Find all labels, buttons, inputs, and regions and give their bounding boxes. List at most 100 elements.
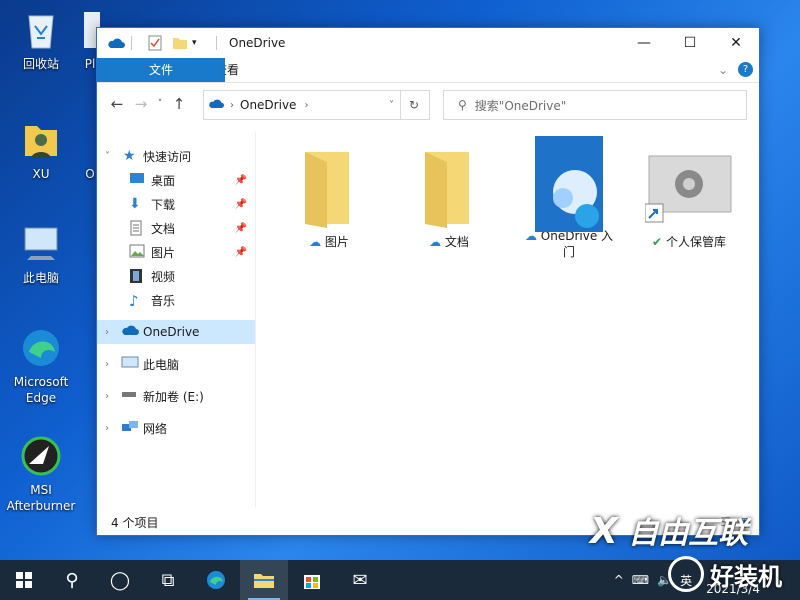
breadcrumb-onedrive[interactable]: OneDrive	[240, 98, 296, 112]
search-placeholder: 搜索"OneDrive"	[474, 98, 567, 113]
close-button[interactable]: ✕	[713, 28, 759, 58]
desktop-folder-icon	[129, 172, 145, 188]
vault-icon	[639, 142, 739, 234]
sidebar-item-music[interactable]: ♪ 音乐	[97, 288, 255, 312]
up-button[interactable]: ↑	[167, 92, 191, 116]
maximize-button[interactable]: ☐	[667, 28, 713, 58]
taskbar-mail-button[interactable]: ✉	[336, 560, 384, 600]
new-folder-icon[interactable]	[172, 34, 190, 52]
desktop-icon-label: Microsoft Edge	[13, 375, 69, 405]
desktop-icon-label: 此电脑	[22, 271, 59, 285]
search-input[interactable]: ⚲ 搜索"OneDrive"	[443, 90, 747, 120]
chevron-right-icon[interactable]: ›	[105, 359, 109, 370]
sidebar-item-network[interactable]: › 网络	[97, 416, 255, 440]
document-icon	[129, 220, 145, 236]
file-item-onedrive-getting-started[interactable]: ☁ OneDrive 入门	[519, 136, 619, 260]
sidebar-item-this-pc[interactable]: › 此电脑	[97, 352, 255, 376]
forward-button[interactable]: →	[129, 92, 153, 116]
desktop-icon-user-folder[interactable]: XU	[4, 118, 78, 182]
star-icon: ★	[123, 148, 136, 164]
address-bar[interactable]: › OneDrive › ˅	[203, 90, 401, 120]
music-note-icon: ♪	[129, 292, 139, 310]
network-icon[interactable]: ⌨	[632, 573, 649, 587]
edge-icon	[207, 571, 225, 589]
search-icon: ⚲	[65, 569, 79, 591]
tray-overflow-icon[interactable]: ^	[614, 573, 624, 587]
watermark-haozhuangji: 好装机	[668, 556, 782, 592]
taskbar-file-explorer-button[interactable]	[240, 560, 288, 600]
edge-icon	[19, 326, 63, 370]
taskbar-edge-button[interactable]	[192, 560, 240, 600]
mail-icon: ✉	[352, 569, 368, 591]
address-dropdown-icon[interactable]: ˅	[389, 100, 394, 111]
navigation-pane: ˅ ★ 快速访问 桌面 📌 ⬇ 下载 📌 文档 📌 图片 📌 视频 ♪ 音乐 ›…	[97, 132, 256, 507]
sidebar-item-label: 视频	[151, 269, 176, 284]
store-icon	[304, 575, 320, 589]
file-item-pictures[interactable]: ☁ 图片	[279, 142, 379, 250]
windows-logo-icon	[16, 572, 32, 588]
onedrive-cloud-icon	[121, 324, 139, 340]
sidebar-item-label: 快速访问	[143, 149, 192, 164]
ribbon-tabs: 文件 主页 共享 查看 ⌄ ?	[97, 58, 759, 83]
folder-icon	[279, 142, 379, 234]
desktop-icon-edge[interactable]: Microsoft Edge	[4, 326, 78, 406]
pin-icon[interactable]: 📌	[235, 247, 247, 258]
sidebar-item-quick-access[interactable]: ˅ ★ 快速访问	[97, 144, 255, 168]
start-button[interactable]	[0, 560, 48, 600]
breadcrumb-separator-icon[interactable]: ›	[304, 100, 308, 111]
refresh-button[interactable]: ↻	[399, 90, 430, 120]
pin-icon[interactable]: 📌	[235, 175, 247, 186]
task-view-button[interactable]: ⧉	[144, 560, 192, 600]
help-icon[interactable]: ?	[738, 62, 753, 77]
watermark-text: 自由互联	[628, 516, 749, 551]
chevron-right-icon[interactable]: ›	[105, 391, 109, 402]
sidebar-item-desktop[interactable]: 桌面 📌	[97, 168, 255, 192]
properties-icon[interactable]	[148, 34, 166, 52]
window-title: OneDrive	[229, 36, 286, 50]
back-button[interactable]: ←	[105, 92, 129, 116]
file-label: 图片	[324, 235, 349, 249]
sidebar-item-label: 新加卷 (E:)	[143, 389, 204, 404]
sidebar-item-documents[interactable]: 文档 📌	[97, 216, 255, 240]
item-count: 4 个项目	[111, 515, 159, 530]
file-label: 个人保管库	[665, 235, 726, 249]
onedrive-cloud-icon	[107, 34, 125, 52]
file-item-personal-vault[interactable]: ✔ 个人保管库	[639, 142, 739, 250]
cortana-button[interactable]: ◯	[96, 560, 144, 600]
divider	[131, 36, 132, 50]
pin-icon[interactable]: 📌	[235, 223, 247, 234]
file-item-documents[interactable]: ☁ 文档	[399, 142, 499, 250]
sidebar-item-label: 文档	[151, 221, 176, 236]
sidebar-item-onedrive[interactable]: › OneDrive	[97, 320, 255, 344]
sidebar-item-new-volume-e[interactable]: › 新加卷 (E:)	[97, 384, 255, 408]
explorer-window: ▾ OneDrive — ☐ ✕ 文件 主页 共享 查看 ⌄ ? ← → ˅ ↑…	[96, 27, 760, 536]
breadcrumb-separator-icon[interactable]: ›	[230, 100, 234, 111]
sidebar-item-label: 此电脑	[143, 357, 180, 372]
x-logo-icon: X	[590, 511, 618, 552]
tab-file[interactable]: 文件	[97, 58, 225, 82]
file-list: ☁ 图片 ☁ 文档 ☁ OneDrive 入门 ✔ 个人保管库	[257, 132, 759, 507]
desktop-icon-recycle-bin[interactable]: 回收站	[4, 8, 78, 72]
pin-icon[interactable]: 📌	[235, 199, 247, 210]
chevron-right-icon[interactable]: ›	[105, 327, 109, 338]
search-taskbar-button[interactable]: ⚲	[48, 560, 96, 600]
synced-check-icon: ✔	[652, 235, 663, 249]
desktop-icon-label: MSI Afterburner	[6, 483, 76, 513]
sidebar-item-videos[interactable]: 视频	[97, 264, 255, 288]
sidebar-item-downloads[interactable]: ⬇ 下载 📌	[97, 192, 255, 216]
circle-icon: ◯	[109, 569, 131, 591]
computer-icon	[19, 222, 63, 266]
drive-icon	[121, 388, 137, 404]
logo-circle-icon	[668, 556, 704, 592]
taskbar-store-button[interactable]	[288, 560, 336, 600]
desktop-icon-msi-afterburner[interactable]: MSI Afterburner	[4, 434, 78, 514]
desktop-icon-this-pc[interactable]: 此电脑	[4, 222, 78, 286]
minimize-button[interactable]: —	[621, 28, 667, 58]
sidebar-item-pictures[interactable]: 图片 📌	[97, 240, 255, 264]
chevron-down-icon[interactable]: ˅	[105, 151, 110, 162]
chevron-right-icon[interactable]: ›	[105, 423, 109, 434]
recent-locations-button[interactable]: ˅	[153, 92, 167, 116]
chevron-down-icon[interactable]: ▾	[192, 34, 210, 52]
task-view-icon: ⧉	[161, 569, 175, 591]
expand-ribbon-icon[interactable]: ⌄	[718, 63, 728, 77]
